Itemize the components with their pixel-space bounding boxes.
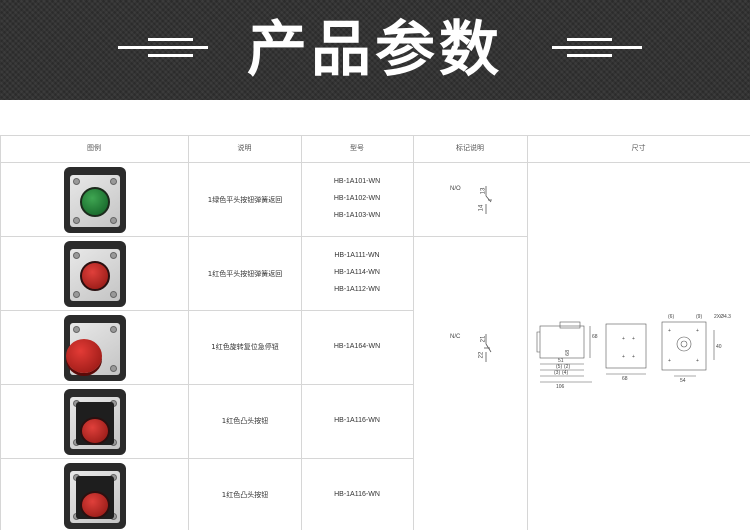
header-legend: 图例 (87, 144, 101, 152)
model-number: HB-1A102-WN (333, 195, 381, 202)
header-dimensions: 尺寸 (631, 144, 646, 152)
svg-text:+: + (632, 336, 635, 342)
model-number: HB-1A114-WN (334, 269, 380, 276)
svg-text:+: + (622, 354, 625, 360)
row-5-models: HB-1A116-WN (301, 486, 413, 503)
dim-hole: 2XØ4.3 (714, 314, 731, 320)
row-1-models: HB-1A101-WN HB-1A102-WN HB-1A103-WN (301, 173, 413, 224)
red-button-box-image (64, 241, 126, 307)
no-contact-label: N/O (450, 186, 461, 192)
dim-54: 54 (680, 378, 686, 384)
dim-68-front: 68 (622, 376, 628, 382)
svg-text:+: + (622, 336, 625, 342)
svg-text:+: + (668, 358, 671, 364)
page-title: 产品参数 (247, 15, 503, 85)
dim-4: (4) (562, 370, 568, 376)
dim-40: 40 (716, 344, 722, 350)
dim-106: 106 (556, 384, 565, 390)
model-number: HB-1A112-WN (334, 286, 380, 293)
header-description: 说明 (237, 144, 252, 152)
dim-68-side: 68 (592, 334, 598, 340)
row-5-description: 1红色凸头按钮 (221, 491, 269, 499)
model-number: HB-1A111-WN (334, 252, 380, 259)
model-number: HB-1A103-WN (333, 212, 381, 219)
header-marking: 标记说明 (456, 144, 484, 152)
svg-text:+: + (696, 328, 699, 334)
svg-text:68: 68 (565, 350, 571, 356)
dim-9: (9) (696, 314, 702, 320)
row-1-description: 1绿色平头按钮弹簧返回 (207, 196, 283, 204)
title-banner: 产品参数 (0, 0, 750, 100)
terminal-22: 22 (478, 351, 485, 359)
row-3-models: HB-1A164-WN (301, 338, 413, 355)
terminal-21: 21 (480, 335, 487, 343)
terminal-14: 14 (478, 204, 485, 212)
svg-text:+: + (632, 354, 635, 360)
row-2-description: 1红色平头按钮弹簧返回 (207, 270, 283, 278)
emergency-stop-box-image (64, 315, 126, 381)
model-number: HB-1A116-WN (334, 417, 380, 424)
row-2-models: HB-1A111-WN HB-1A114-WN HB-1A112-WN (301, 247, 413, 298)
raised-red-button-box-image (64, 389, 126, 455)
row-4-description: 1红色凸头按钮 (221, 417, 269, 425)
raised-red-button-box-image (64, 463, 126, 529)
dim-3: (3) (554, 370, 560, 376)
green-button-box-image (64, 167, 126, 233)
svg-text:+: + (696, 358, 699, 364)
row-3-description: 1红色旋转复位急停钮 (211, 343, 279, 351)
terminal-13: 13 (480, 187, 487, 195)
nc-contact-label: N/C (450, 334, 461, 340)
model-number: HB-1A101-WN (333, 178, 381, 185)
model-number: HB-1A116-WN (334, 491, 380, 498)
svg-text:+: + (668, 328, 671, 334)
model-number: HB-1A164-WN (333, 343, 381, 350)
header-model: 型号 (350, 144, 364, 152)
row-4-models: HB-1A116-WN (301, 412, 413, 429)
dimension-drawings: 68 + + + + + + + + 51 (5) (2) (3) (4) 106 68… (536, 314, 731, 390)
dim-6: (6) (668, 314, 674, 320)
